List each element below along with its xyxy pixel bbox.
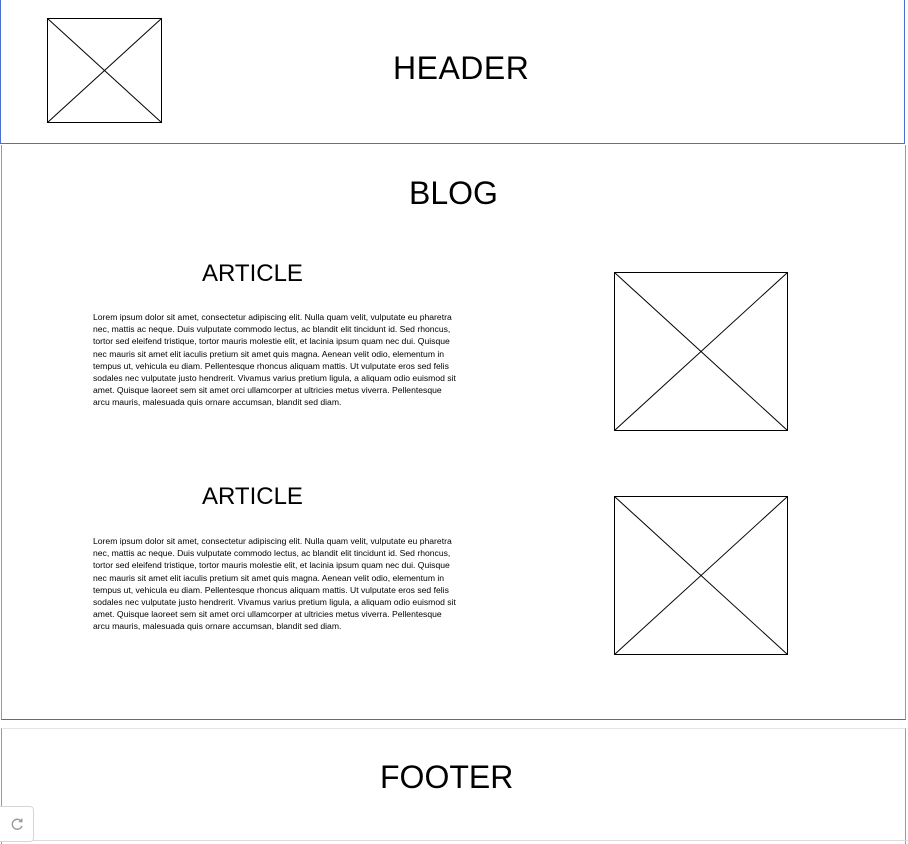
image-placeholder-icon[interactable] bbox=[47, 18, 162, 123]
redo-icon bbox=[11, 818, 23, 830]
blog-section[interactable]: BLOG ARTICLE Lorem ipsum dolor sit amet,… bbox=[1, 145, 906, 720]
header-title: HEADER bbox=[393, 50, 530, 86]
image-placeholder-icon[interactable] bbox=[614, 272, 788, 431]
canvas-bottom-edge bbox=[0, 840, 908, 841]
blog-title: BLOG bbox=[409, 175, 498, 211]
header-section[interactable]: HEADER bbox=[0, 0, 905, 144]
article-text: Lorem ipsum dolor sit amet, consectetur … bbox=[93, 312, 456, 408]
article-title: ARTICLE bbox=[202, 260, 303, 287]
redo-button[interactable] bbox=[0, 806, 34, 842]
image-placeholder-icon[interactable] bbox=[614, 496, 788, 655]
footer-title: FOOTER bbox=[380, 759, 514, 795]
footer-section[interactable]: FOOTER bbox=[1, 728, 906, 844]
wireframe-canvas: HEADER BLOG ARTICLE Lorem ipsum dolor si… bbox=[0, 0, 908, 844]
article-title: ARTICLE bbox=[202, 483, 303, 510]
article-text: Lorem ipsum dolor sit amet, consectetur … bbox=[93, 536, 456, 632]
